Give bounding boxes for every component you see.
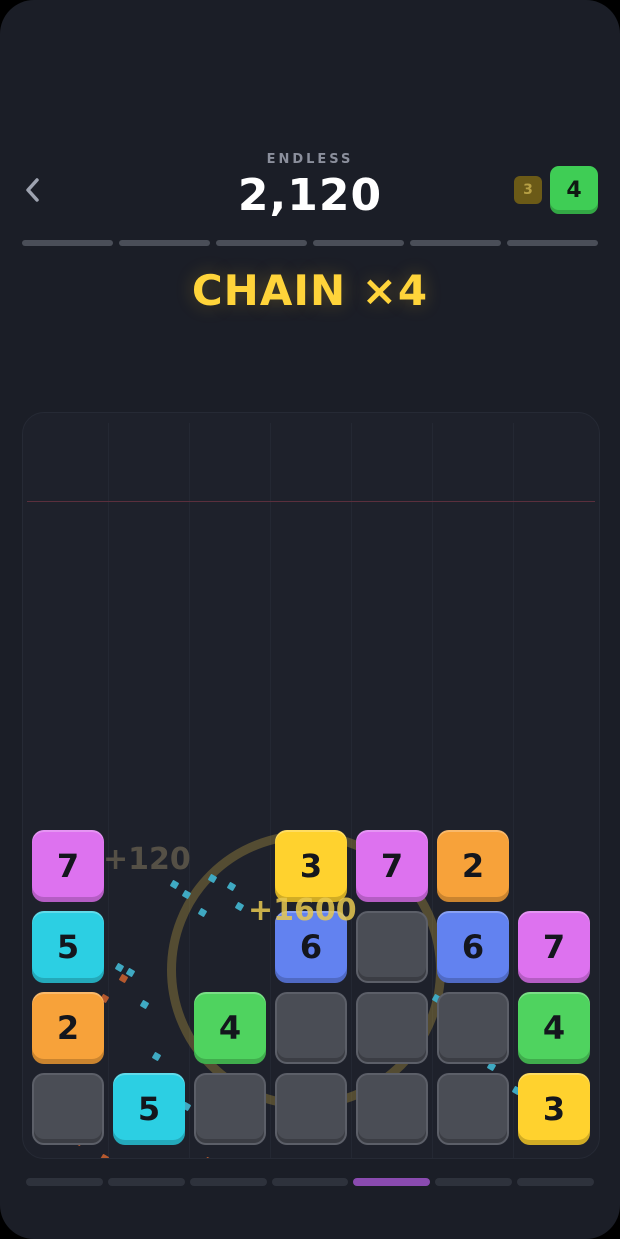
empty-tile (356, 992, 428, 1064)
number-tile: 7 (356, 830, 428, 902)
number-tile: 4 (518, 992, 590, 1064)
progress-segment (410, 240, 501, 246)
number-tile: 5 (113, 1073, 185, 1145)
active-column-indicator (353, 1178, 431, 1186)
number-tile: 6 (437, 911, 509, 983)
burst-particle (203, 1156, 214, 1158)
column-indicator (435, 1178, 513, 1186)
column-indicator (107, 1178, 185, 1186)
empty-tile (275, 1073, 347, 1145)
empty-tile (356, 911, 428, 983)
floating-score-small: +120 (103, 842, 191, 877)
number-tile: 2 (32, 992, 104, 1064)
column-indicator (517, 1178, 595, 1186)
column-indicator-bar (26, 1178, 595, 1186)
burst-particle (151, 1051, 162, 1062)
empty-tile (275, 992, 347, 1064)
next-tile-queue: 3 4 (514, 166, 598, 214)
column-divider (108, 423, 109, 1158)
empty-tile (194, 1073, 266, 1145)
burst-particle (118, 973, 129, 984)
game-screen: ENDLESS 2,120 3 4 CHAIN ×4 7372566724453… (0, 0, 620, 1239)
burst-particle (139, 999, 150, 1010)
empty-tile (32, 1073, 104, 1145)
number-tile: 3 (275, 830, 347, 902)
floating-score-large: +1600 (248, 893, 357, 928)
column-indicator (189, 1178, 267, 1186)
number-tile: 7 (518, 911, 590, 983)
chain-banner: CHAIN ×4 (191, 266, 429, 315)
number-tile: 4 (194, 992, 266, 1064)
column-indicator (271, 1178, 349, 1186)
progress-segment (507, 240, 598, 246)
progress-segment (22, 240, 113, 246)
number-tile: 7 (32, 830, 104, 902)
burst-particle (169, 879, 180, 890)
danger-line (27, 501, 595, 502)
game-board[interactable]: 7 3 7 2 5 6 6 7 2 4 4 5 3 +120 +1600 (22, 412, 600, 1159)
column-divider (432, 423, 433, 1158)
next-tile: 4 (550, 166, 598, 214)
level-progress-bar (22, 240, 598, 246)
column-indicator (26, 1178, 103, 1186)
number-tile: 5 (32, 911, 104, 983)
progress-segment (216, 240, 307, 246)
mode-label: ENDLESS (266, 152, 354, 167)
progress-segment (119, 240, 210, 246)
upcoming-tile: 3 (514, 176, 542, 204)
empty-tile (356, 1073, 428, 1145)
number-tile: 2 (437, 830, 509, 902)
empty-tile (437, 1073, 509, 1145)
column-divider (513, 423, 514, 1158)
number-tile: 3 (518, 1073, 590, 1145)
empty-tile (437, 992, 509, 1064)
burst-particle (114, 962, 125, 973)
progress-segment (313, 240, 404, 246)
